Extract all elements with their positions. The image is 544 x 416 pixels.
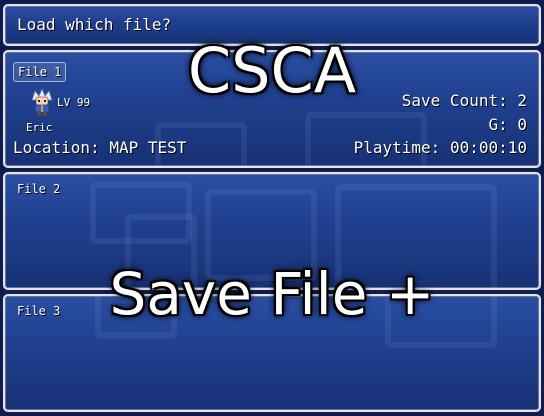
- save-count: Save Count: 2: [401, 91, 527, 110]
- save-location: Location: MAP TEST: [13, 138, 187, 157]
- save-slot-label: File 2: [17, 182, 61, 196]
- save-slot-2[interactable]: File 2: [3, 172, 541, 290]
- gold-amount: G: 0: [488, 115, 527, 134]
- playtime: Playtime: 00:00:10: [353, 138, 527, 157]
- window-pattern: [205, 189, 317, 281]
- hero-sprite-icon: [31, 88, 53, 116]
- save-slot-3[interactable]: File 3: [3, 294, 541, 412]
- save-slot-label: File 3: [17, 304, 61, 318]
- help-text: Load which file?: [17, 15, 172, 34]
- window-pattern: [385, 296, 497, 348]
- window-pattern: [95, 296, 177, 338]
- help-window: Load which file?: [3, 4, 541, 46]
- save-slot-1[interactable]: File 1 LV 99 Eric Location: MAP TEST Sav…: [3, 50, 541, 168]
- window-pattern: [335, 184, 497, 288]
- window-pattern: [90, 182, 192, 244]
- save-slot-label: File 1: [13, 62, 67, 82]
- character-name: Eric: [26, 121, 53, 134]
- window-pattern: [125, 214, 197, 288]
- character-level: LV 99: [57, 96, 91, 109]
